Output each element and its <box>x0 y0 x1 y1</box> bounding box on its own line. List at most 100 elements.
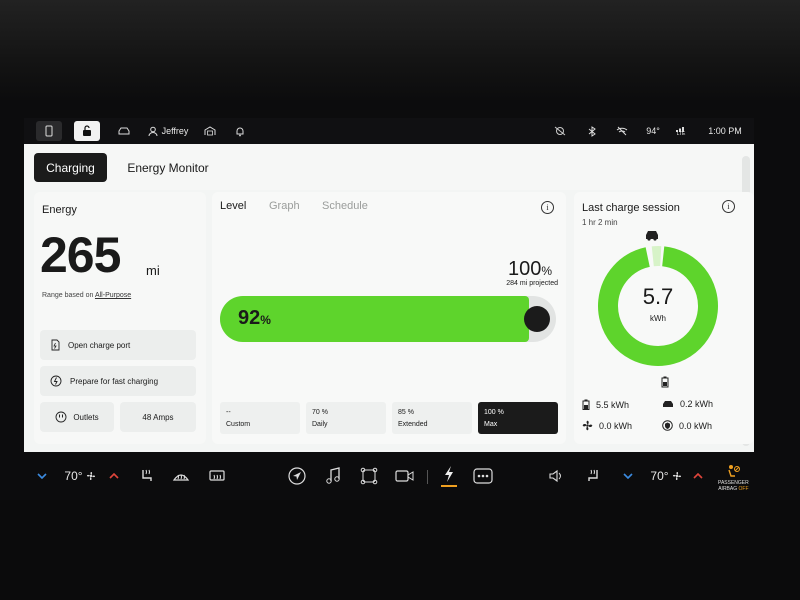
outside-temperature: 94° <box>646 126 660 136</box>
range-based-label: Range based on <box>42 292 94 299</box>
more-apps-icon <box>473 468 493 484</box>
chevron-down-icon <box>37 473 47 479</box>
status-bar: Jeffrey 94° LTE 1:00 PM <box>24 118 754 144</box>
chevron-up-icon <box>693 473 703 479</box>
current-charge-number: 92 <box>238 307 261 329</box>
wifi-off-icon <box>616 126 628 136</box>
front-defrost-button[interactable] <box>170 464 192 488</box>
charging-nav-button[interactable] <box>438 464 460 488</box>
preset-custom-name: Custom <box>226 421 251 428</box>
camera-off-status <box>552 121 568 141</box>
driver-temp-down-button[interactable] <box>34 464 50 488</box>
preset-extended-name: Extended <box>398 421 428 428</box>
music-note-icon <box>326 467 340 484</box>
fan-icon <box>582 420 593 431</box>
stat-vehicle-value: 0.2 kWh <box>680 399 714 409</box>
amps-label: 48 Amps <box>142 412 174 422</box>
subtab-level[interactable]: Level <box>220 200 246 212</box>
last-session-duration: 1 hr 2 min <box>582 218 618 227</box>
amps-button[interactable]: 48 Amps <box>120 402 196 432</box>
passenger-temp-up-button[interactable] <box>690 464 706 488</box>
range-based-text: Range based on All-Purpose <box>42 292 131 299</box>
rear-defrost-button[interactable] <box>206 464 228 488</box>
range-value: 265 <box>40 227 121 283</box>
phone-icon <box>45 125 53 137</box>
profile-button[interactable]: Jeffrey <box>144 121 192 141</box>
passenger-seat-heat-button[interactable] <box>582 464 604 488</box>
charge-limit-unit: % <box>541 264 552 278</box>
tab-charging[interactable]: Charging <box>34 153 107 182</box>
stat-battery-value: 5.5 kWh <box>596 399 630 410</box>
preset-extended-value: 85 % <box>398 409 414 416</box>
divider <box>427 470 428 484</box>
open-charge-port-button[interactable]: Open charge port <box>40 330 196 360</box>
garage-button[interactable] <box>202 121 218 141</box>
profile-name: Jeffrey <box>161 126 189 136</box>
garage-icon <box>204 126 216 136</box>
session-energy-value: 5.7 <box>642 284 674 309</box>
session-info-icon[interactable]: i <box>722 200 735 213</box>
outlets-button[interactable]: Outlets <box>40 402 114 432</box>
stat-climate: 0.0 kWh <box>582 420 632 431</box>
lock-button[interactable] <box>74 121 100 141</box>
wifi-status <box>614 121 630 141</box>
preset-custom[interactable]: -- Custom <box>220 402 300 434</box>
charge-level-card: Level Graph Schedule i 100% 284 mi proje… <box>212 192 566 444</box>
prepare-fast-charging-label: Prepare for fast charging <box>70 376 159 386</box>
battery-icon <box>582 399 590 410</box>
clock: 1:00 PM <box>708 126 742 136</box>
charge-port-icon <box>51 339 60 351</box>
airbag-state: OFF <box>738 486 749 492</box>
preset-daily[interactable]: 70 % Daily <box>306 402 386 434</box>
shield-icon <box>662 420 673 431</box>
driver-seat-heat-button[interactable] <box>136 464 158 488</box>
tab-bar: Charging Energy Monitor <box>24 144 754 190</box>
fan-icon <box>672 471 681 481</box>
navigation-icon <box>288 467 306 485</box>
phone-button[interactable] <box>36 121 62 141</box>
stat-climate-value: 0.0 kWh <box>599 420 633 431</box>
subtab-schedule[interactable]: Schedule <box>322 200 368 212</box>
camera-off-icon <box>554 126 566 136</box>
charge-limit-value: 100% <box>508 258 552 281</box>
level-info-icon[interactable]: i <box>541 201 554 214</box>
battery-target-icon <box>661 376 669 388</box>
session-energy-ring: 5.7 kWh <box>596 244 720 368</box>
media-button[interactable] <box>322 464 344 488</box>
chevron-up-icon <box>109 473 119 479</box>
vehicle-controls-button[interactable] <box>358 464 380 488</box>
preset-max[interactable]: 100 % Max <box>478 402 558 434</box>
stat-battery: 5.5 kWh <box>582 399 629 410</box>
driver-temperature[interactable]: 70° <box>58 464 102 488</box>
volume-button[interactable] <box>546 464 568 488</box>
apps-button[interactable] <box>472 464 494 488</box>
cellular-status: LTE <box>674 121 688 141</box>
fast-charge-icon <box>50 375 62 387</box>
vehicle-button[interactable] <box>116 121 132 141</box>
tab-energy-monitor[interactable]: Energy Monitor <box>120 153 216 182</box>
stat-other: 0.0 kWh <box>662 420 712 431</box>
session-energy-unit: kWh <box>650 314 666 323</box>
prepare-fast-charging-button[interactable]: Prepare for fast charging <box>40 366 196 396</box>
charging-screen: Charging Energy Monitor Energy 265 mi Ra… <box>24 144 754 452</box>
subtab-graph[interactable]: Graph <box>269 200 300 212</box>
range-mode-link[interactable]: All-Purpose <box>95 292 131 299</box>
driver-temp-up-button[interactable] <box>106 464 122 488</box>
charge-level-slider[interactable]: 92% <box>220 296 556 342</box>
passenger-temp-down-button[interactable] <box>620 464 636 488</box>
camera-button[interactable] <box>394 464 416 488</box>
projected-range: 284 mi projected <box>506 280 558 287</box>
speaker-icon <box>549 469 561 483</box>
open-charge-port-label: Open charge port <box>68 340 131 350</box>
navigation-button[interactable] <box>286 464 308 488</box>
rear-defrost-icon <box>209 470 225 481</box>
energy-title: Energy <box>42 204 77 216</box>
preset-max-name: Max <box>484 421 498 428</box>
passenger-temperature[interactable]: 70° <box>644 464 688 488</box>
current-charge-unit: % <box>260 313 271 327</box>
charge-limit-handle[interactable] <box>524 306 550 332</box>
preset-extended[interactable]: 85 % Extended <box>392 402 472 434</box>
notifications-button[interactable] <box>232 121 248 141</box>
car-icon <box>118 127 130 135</box>
video-camera-icon <box>395 470 414 482</box>
